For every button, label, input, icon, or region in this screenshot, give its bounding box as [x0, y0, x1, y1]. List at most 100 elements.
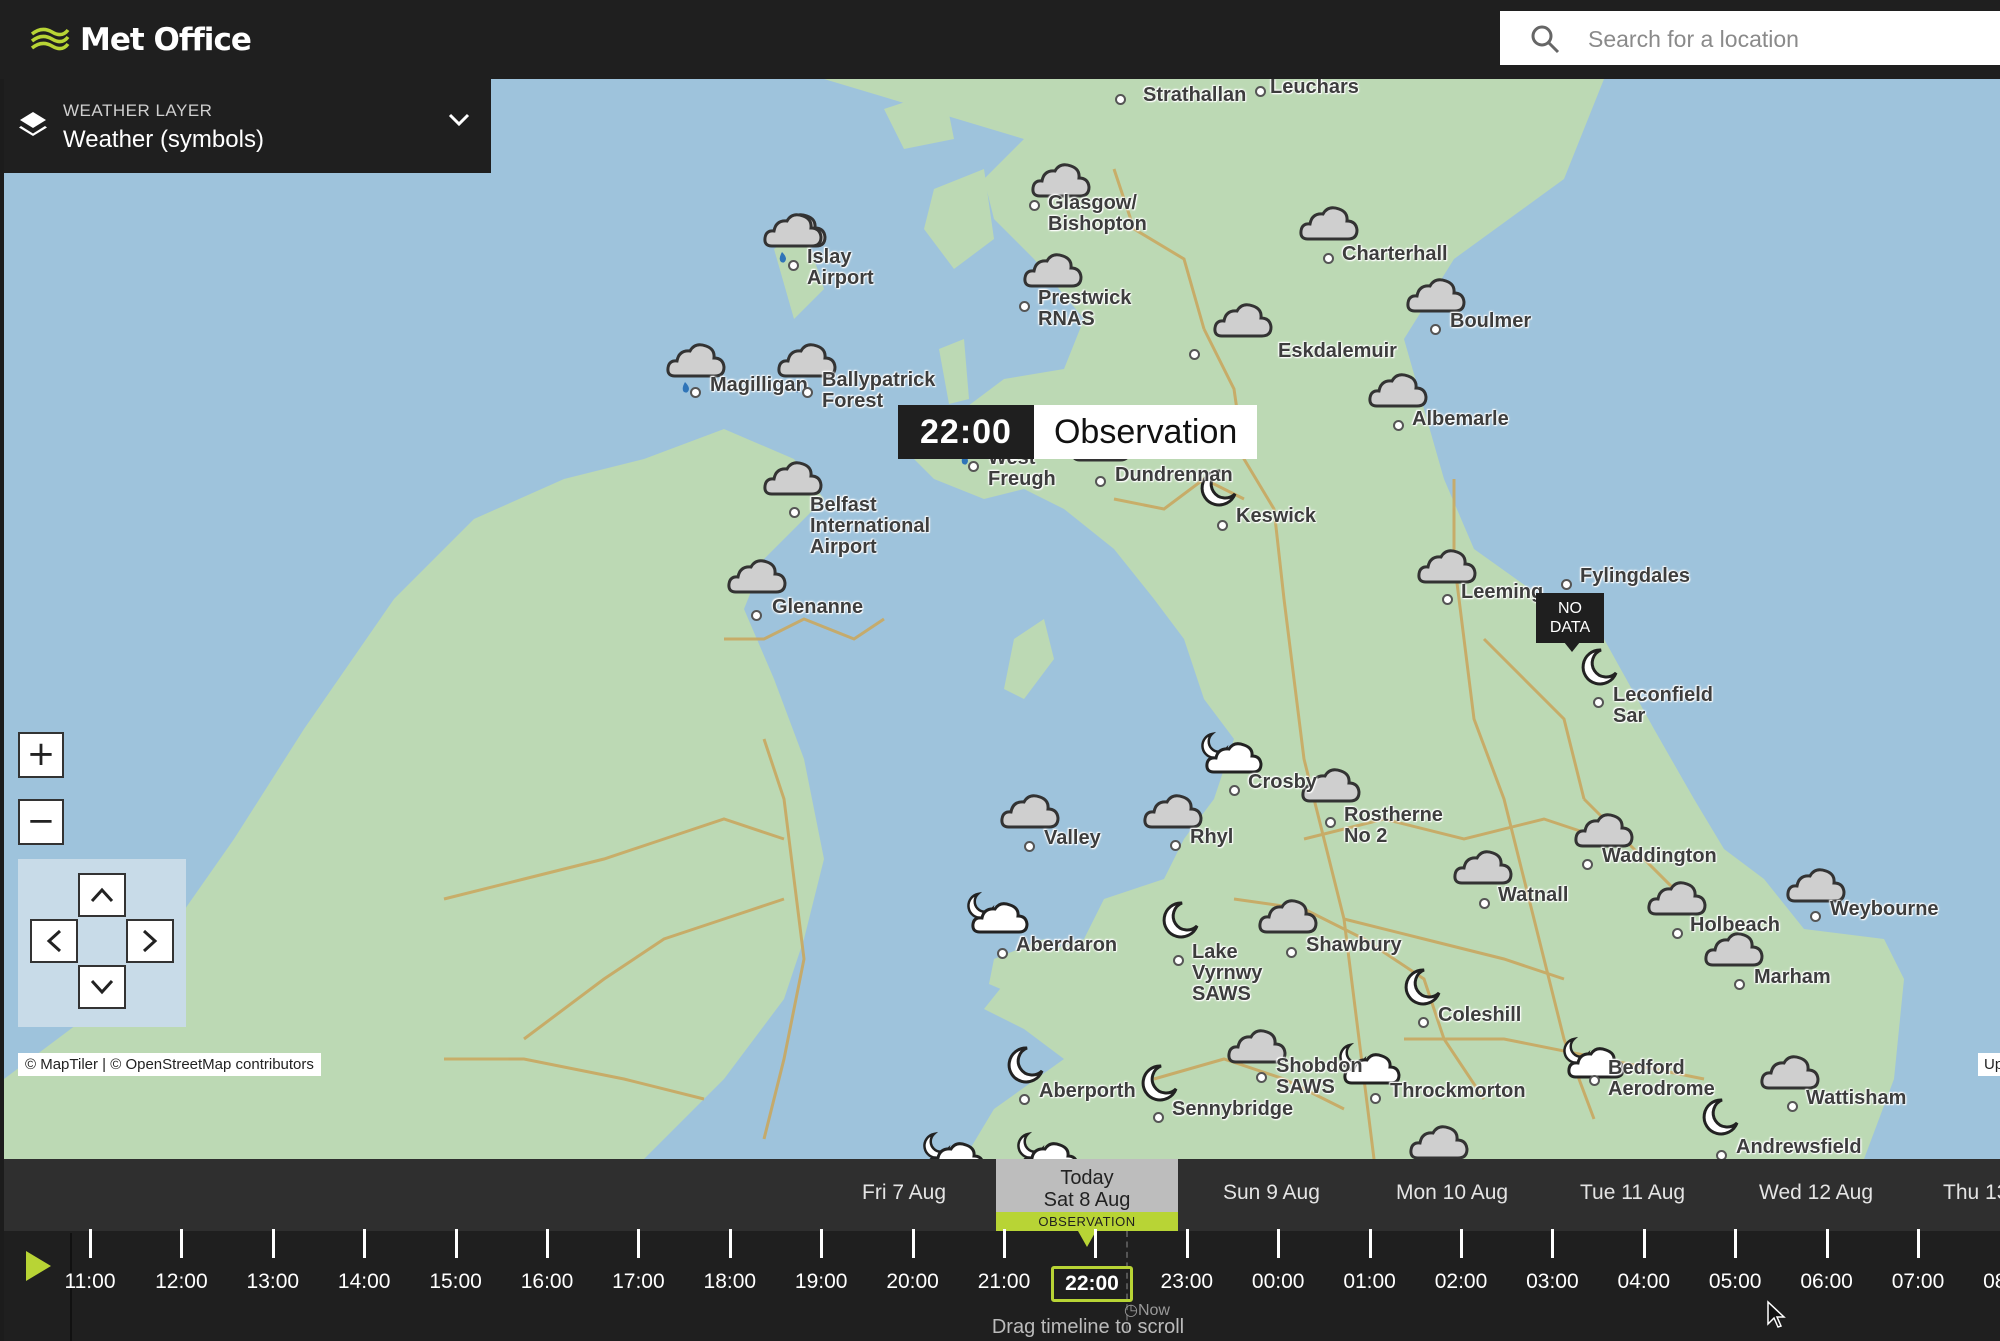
station-marker[interactable] [1479, 898, 1490, 909]
hour-label[interactable]: 05:00 [1709, 1270, 1762, 1294]
station-label[interactable]: Charterhall [1342, 244, 1448, 265]
zoom-out-button[interactable]: − [18, 799, 64, 845]
station-marker[interactable] [1029, 200, 1040, 211]
station-label[interactable]: Waddington [1602, 846, 1717, 867]
zoom-in-button[interactable]: + [18, 732, 64, 778]
station-marker[interactable] [968, 461, 979, 472]
hour-label[interactable]: 06:00 [1800, 1270, 1853, 1294]
station-label[interactable]: Aberporth [1039, 1081, 1136, 1102]
search-input[interactable] [1586, 17, 1990, 61]
met-office-logo[interactable]: Met Office [30, 20, 252, 60]
station-marker[interactable] [1734, 979, 1745, 990]
station-marker[interactable] [1170, 840, 1181, 851]
station-label[interactable]: Prestwick RNAS [1038, 288, 1131, 330]
station-marker[interactable] [1325, 817, 1336, 828]
station-marker[interactable] [1323, 253, 1334, 264]
day-label-wed[interactable]: Wed 12 Aug [1759, 1181, 1873, 1205]
station-marker[interactable] [802, 387, 813, 398]
station-marker[interactable] [789, 507, 800, 518]
station-marker[interactable] [1393, 420, 1404, 431]
station-marker[interactable] [1418, 1017, 1429, 1028]
pan-right-button[interactable] [126, 919, 174, 963]
station-marker[interactable] [1561, 579, 1572, 590]
hour-label[interactable]: 12:00 [155, 1270, 208, 1294]
station-label[interactable]: Wattisham [1806, 1088, 1906, 1109]
station-label[interactable]: Rhyl [1190, 827, 1233, 848]
station-label[interactable]: Boulmer [1450, 311, 1531, 332]
hour-label[interactable]: 19:00 [795, 1270, 848, 1294]
pan-down-button[interactable] [78, 965, 126, 1009]
station-label[interactable]: Albemarle [1412, 409, 1509, 430]
hour-label[interactable]: 14:00 [338, 1270, 391, 1294]
station-label[interactable]: Belfast International Airport [810, 495, 930, 558]
station-label[interactable]: Sennybridge [1172, 1099, 1293, 1120]
chevron-down-icon[interactable] [448, 113, 470, 127]
station-label[interactable]: Bedford Aerodrome [1608, 1058, 1715, 1100]
hour-label[interactable]: 00:00 [1252, 1270, 1305, 1294]
station-marker[interactable] [1593, 697, 1604, 708]
station-label[interactable]: Weybourne [1830, 899, 1939, 920]
hour-label[interactable]: 17:00 [612, 1270, 665, 1294]
station-marker[interactable] [1810, 911, 1821, 922]
search-icon[interactable] [1530, 24, 1560, 54]
station-marker[interactable] [1095, 476, 1106, 487]
station-label[interactable]: Throckmorton [1390, 1081, 1526, 1102]
hour-label[interactable]: 15:00 [429, 1270, 482, 1294]
station-label[interactable]: Leeming [1461, 582, 1543, 603]
station-marker[interactable] [1442, 594, 1453, 605]
hour-label[interactable]: 04:00 [1618, 1270, 1671, 1294]
hour-label[interactable]: 23:00 [1161, 1270, 1214, 1294]
station-marker[interactable] [1024, 841, 1035, 852]
station-label[interactable]: Islay Airport [807, 247, 874, 289]
station-label[interactable]: Marham [1754, 967, 1831, 988]
station-marker[interactable] [1256, 1072, 1267, 1083]
station-label[interactable]: Aberdaron [1016, 935, 1117, 956]
map-edge-chip[interactable]: Up [1978, 1053, 2000, 1076]
no-data-marker[interactable]: NO DATA [1536, 593, 1604, 643]
hour-label[interactable]: 08:00 [1983, 1270, 2000, 1294]
station-marker[interactable] [1716, 1150, 1727, 1159]
hour-label[interactable]: 02:00 [1435, 1270, 1488, 1294]
hour-label[interactable]: 03:00 [1526, 1270, 1579, 1294]
station-label[interactable]: Magilligan [710, 375, 808, 396]
station-label[interactable]: Strathallan [1143, 85, 1246, 106]
station-marker[interactable] [1229, 785, 1240, 796]
day-label-sun[interactable]: Sun 9 Aug [1223, 1181, 1320, 1205]
station-marker[interactable] [1370, 1093, 1381, 1104]
hour-label[interactable]: 21:00 [978, 1270, 1031, 1294]
map-attribution[interactable]: © MapTiler | © OpenStreetMap contributor… [18, 1053, 321, 1076]
pan-up-button[interactable] [78, 873, 126, 917]
day-label-thu[interactable]: Thu 13 Aug [1943, 1181, 2000, 1205]
station-marker[interactable] [788, 260, 799, 271]
station-label[interactable]: Shobdon SAWS [1276, 1056, 1363, 1098]
station-marker[interactable] [997, 948, 1008, 959]
station-marker[interactable] [751, 610, 762, 621]
station-label[interactable]: Crosby [1248, 772, 1317, 793]
station-marker[interactable] [1019, 1094, 1030, 1105]
station-label[interactable]: Shawbury [1306, 935, 1402, 956]
hour-label[interactable]: 07:00 [1892, 1270, 1945, 1294]
station-label[interactable]: Glasgow/ Bishopton [1048, 193, 1147, 235]
station-label[interactable]: Andrewsfield [1736, 1137, 1862, 1158]
station-label[interactable]: Lake Vyrnwy SAWS [1192, 942, 1262, 1005]
hour-label[interactable]: 18:00 [704, 1270, 757, 1294]
station-label[interactable]: Valley [1044, 828, 1101, 849]
day-label-tue[interactable]: Tue 11 Aug [1580, 1181, 1685, 1205]
hour-label[interactable]: 16:00 [521, 1270, 574, 1294]
station-label[interactable]: Dundrennan [1115, 465, 1233, 486]
map-view[interactable]: Strathallan Leuchars Glasgow/ Bishopton Cha… [4, 79, 2000, 1159]
station-label[interactable]: Leuchars [1270, 79, 1359, 98]
station-marker[interactable] [1672, 928, 1683, 939]
station-marker[interactable] [1787, 1101, 1798, 1112]
station-label[interactable]: Keswick [1236, 506, 1316, 527]
station-label[interactable]: Fylingdales [1580, 566, 1690, 587]
pan-left-button[interactable] [30, 919, 78, 963]
weather-layer-selector[interactable]: WEATHER LAYER Weather (symbols) [4, 79, 491, 173]
station-marker[interactable] [1217, 520, 1228, 531]
station-marker[interactable] [1582, 859, 1593, 870]
day-label-mon[interactable]: Mon 10 Aug [1396, 1181, 1508, 1205]
station-marker[interactable] [1153, 1112, 1164, 1123]
station-marker[interactable] [1589, 1075, 1600, 1086]
station-marker[interactable] [1019, 301, 1030, 312]
station-label[interactable]: Glenanne [772, 597, 863, 618]
